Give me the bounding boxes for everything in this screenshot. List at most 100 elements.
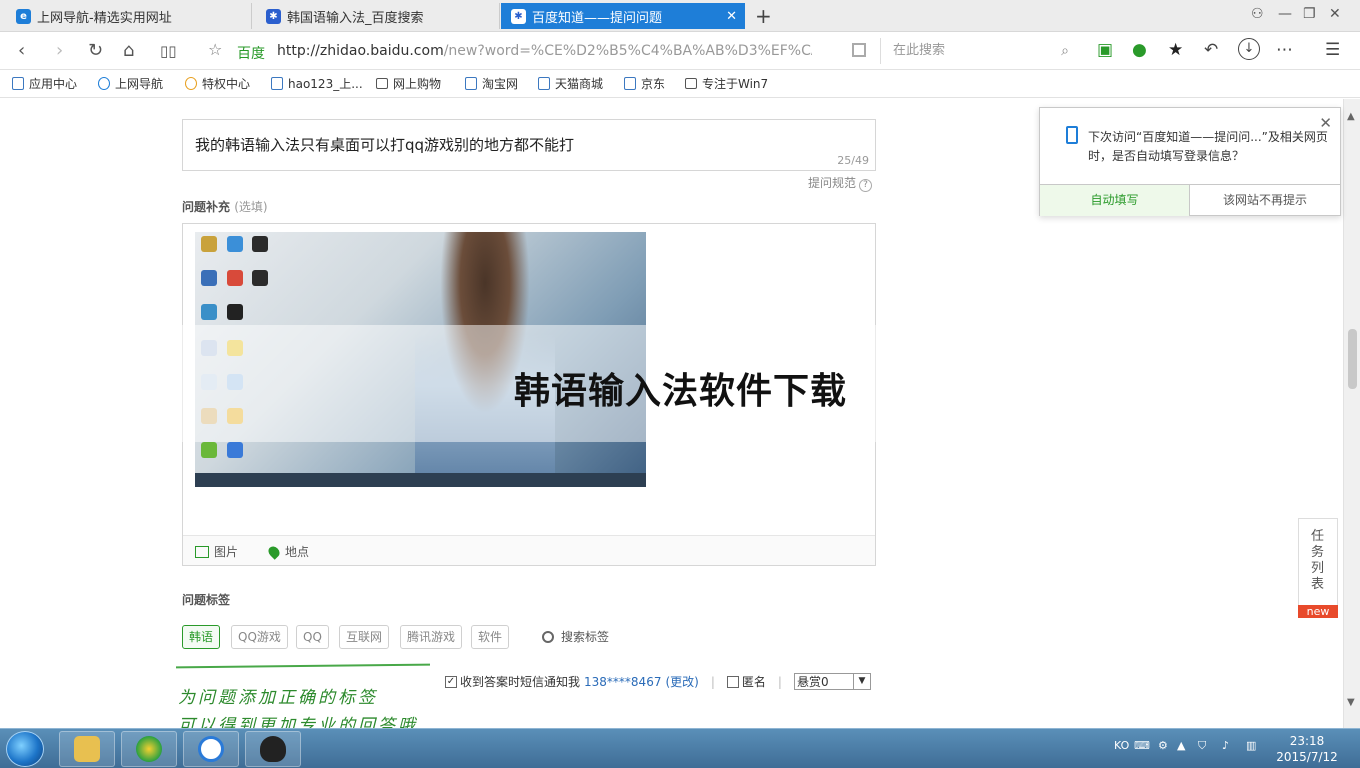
desktop-icon [252,236,268,252]
tab-hao-navigation[interactable]: e 上网导航-精选实用网址 [6,3,252,29]
tag-qq-game[interactable]: QQ游戏 [231,625,288,649]
baidu-paw-icon: ✱ [266,8,281,24]
question-rules-link[interactable]: 提问规范? [808,174,873,192]
ime-indicator-icon[interactable]: KO [1114,739,1129,752]
notify-row: ✓ 收到答案时短信通知我 138****8467 (更改) | 匿名 | 悬赏0… [445,673,871,690]
favorite-star-icon[interactable]: ☆ [208,40,222,59]
question-title-input[interactable]: 我的韩语输入法只有桌面可以打qq游戏别的地方都不能打 25/49 [182,119,876,171]
tag-software[interactable]: 软件 [471,625,510,649]
overlay-title: 韩语输入法软件下载 [514,371,848,412]
qr-code-icon[interactable] [852,43,866,57]
refresh-button[interactable]: ↻ [88,40,103,61]
taskbar-qq[interactable] [245,731,301,767]
task-list-widget[interactable]: 任务列表 new [1298,518,1338,618]
start-button[interactable] [6,731,44,767]
search-icon[interactable]: ⌕ [1061,38,1069,64]
supplement-label: 问题补充 (选填) [182,200,268,214]
security-shield-icon[interactable]: ⛉ [1198,739,1206,753]
new-tab-button[interactable]: + [755,4,772,28]
vertical-scrollbar[interactable]: ▲ ▼ [1343,99,1360,728]
windows-taskbar: KO ⌨ ⚙ ▲ ⛉ ♪ ▥ 23:18 2015/7/12 [0,728,1360,768]
desktop-icon [201,270,217,286]
system-clock[interactable]: 23:18 2015/7/12 [1274,733,1340,765]
reward-select[interactable]: 悬赏0 ▼ [793,673,871,690]
close-window-button[interactable]: ✕ [1329,6,1341,22]
back-button[interactable]: ‹ [18,40,25,61]
handwritten-note-line1: 为问题添加正确的标签 [178,688,378,708]
tag-qq[interactable]: QQ [296,625,329,649]
autofill-popup: 下次访问“百度知道——提问问...”及相关网页时，是否自动填写登录信息？ ✕ 自… [1039,107,1341,216]
insert-image-button[interactable]: 图片 [195,543,238,560]
tray-expand-icon[interactable]: ▲ [1177,739,1185,752]
tag-tencent-game[interactable]: 腾讯游戏 [400,625,463,649]
bookmark-privilege-center[interactable]: 特权中心 [185,75,250,92]
bookmark-online-shopping[interactable]: 网上购物 [376,75,441,92]
download-icon[interactable]: ↓ [1238,38,1260,60]
android-icon[interactable]: ▣ [1097,40,1113,60]
char-count: 25/49 [837,154,869,167]
insert-location-button[interactable]: 地点 [266,543,309,560]
desktop-icon [252,270,268,286]
bookmark-app-center[interactable]: 应用中心 [12,75,77,92]
bookmark-tmall[interactable]: 天猫商城 [538,75,603,92]
ie-logo-icon [98,77,110,90]
screenshot-taskbar [195,473,646,487]
tag-internet[interactable]: 互联网 [339,625,390,649]
app-center-icon [12,77,24,90]
close-icon[interactable]: ✕ [1319,114,1332,132]
bookmark-navigation[interactable]: 上网导航 [98,75,163,92]
taskbar-explorer[interactable] [59,731,115,767]
search-icon [542,630,554,643]
user-icon[interactable]: ⚇ [1251,6,1264,22]
top-stats-strip [182,99,876,103]
favorites-icon[interactable]: ★ [1168,40,1183,60]
never-prompt-button[interactable]: 该网站不再提示 [1190,184,1340,216]
tag-korean[interactable]: 韩语 [182,625,221,649]
change-phone-link[interactable]: (更改) [665,673,698,690]
folder-icon [74,736,100,762]
bookmark-jd[interactable]: 京东 [624,75,665,92]
address-field[interactable]: http://zhidao.baidu.com/new?word=%CE%D2%… [277,43,812,59]
taskbar-browser[interactable] [183,731,239,767]
help-icon: ? [859,179,873,192]
search-tags-button[interactable]: 搜索标签 [542,628,609,645]
browser-360-icon [136,736,162,762]
minimize-button[interactable]: — [1278,6,1292,22]
wechat-icon[interactable]: ● [1132,40,1147,60]
network-icon[interactable]: ▥ [1246,739,1256,752]
autofill-button[interactable]: 自动填写 [1040,184,1190,216]
keyboard-icon[interactable]: ⌨ [1134,739,1150,752]
anonymous-checkbox[interactable] [726,675,739,688]
volume-icon[interactable]: ♪ [1222,739,1229,752]
qq-penguin-icon [260,736,286,762]
page-icon [465,77,477,90]
location-pin-icon [266,543,282,560]
tab-zhidao-ask[interactable]: ✱ 百度知道——提问问题 ✕ [501,3,745,29]
scroll-down-arrow[interactable]: ▼ [1347,697,1355,708]
reading-mode-icon[interactable]: ▯▯ [160,42,177,60]
bookmark-hao123[interactable]: hao123_上... [271,75,363,92]
scroll-thumb[interactable] [1348,329,1357,389]
desktop-icon [201,304,217,320]
folder-icon [376,78,388,89]
ime-options-icon[interactable]: ⚙ [1158,739,1168,752]
image-icon [195,545,209,558]
tab-baidu-search[interactable]: ✱ 韩国语输入法_百度搜索 [256,3,500,29]
more-icon[interactable]: ⋯ [1276,40,1293,60]
restore-button[interactable]: ❐ [1303,6,1316,22]
taskbar-360[interactable] [121,731,177,767]
close-tab-icon[interactable]: ✕ [726,9,737,24]
desktop-icon [201,442,217,458]
menu-icon[interactable]: ☰ [1325,40,1340,60]
new-badge: new [1298,605,1338,618]
tab-bar: e 上网导航-精选实用网址 ✱ 韩国语输入法_百度搜索 ✱ 百度知道——提问问题… [0,0,1360,32]
forward-button[interactable]: › [56,40,63,61]
bookmark-taobao[interactable]: 淘宝网 [465,75,518,92]
sms-notify-checkbox[interactable]: ✓ [445,675,457,688]
search-input[interactable]: 在此搜索 ⌕ [880,38,1075,64]
home-button[interactable]: ⌂ [123,40,134,61]
bookmark-win7[interactable]: 专注于Win7 [685,75,768,92]
scroll-up-arrow[interactable]: ▲ [1347,111,1355,122]
page-icon [538,77,550,90]
undo-close-icon[interactable]: ↶ [1204,40,1218,60]
